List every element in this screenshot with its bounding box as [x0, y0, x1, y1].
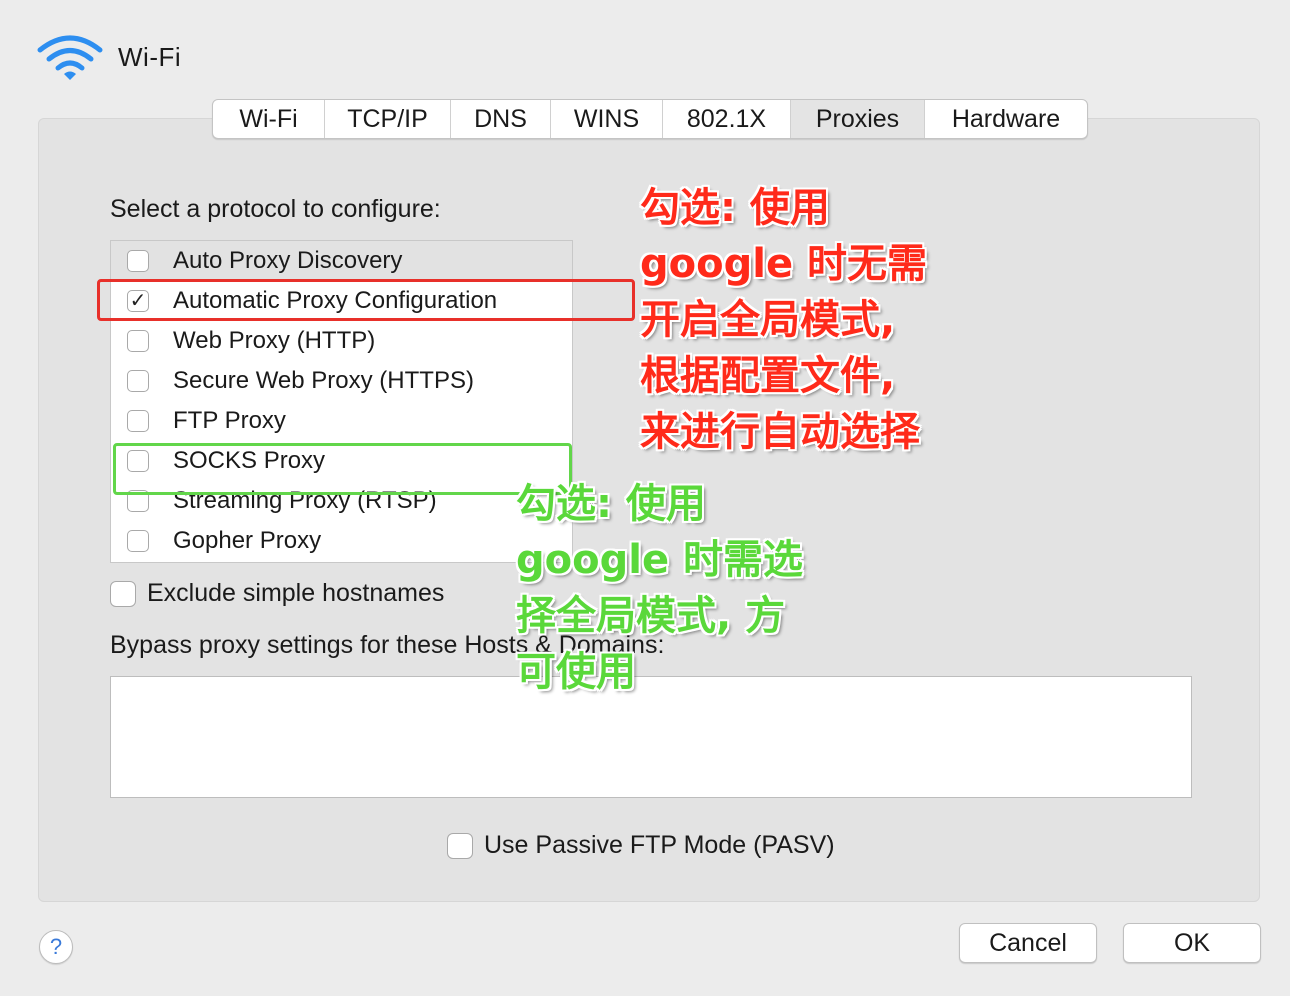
exclude-simple-hostnames-checkbox[interactable]	[110, 580, 136, 607]
window-title: Wi-Fi	[118, 42, 182, 72]
protocol-label: Auto Proxy Discovery	[173, 247, 403, 274]
checkbox[interactable]	[127, 330, 149, 352]
tab-wins[interactable]: WINS	[551, 100, 663, 138]
tab-bar: Wi-Fi TCP/IP DNS WINS 802.1X Proxies Har…	[212, 99, 1088, 139]
protocol-item-ftp-proxy[interactable]: FTP Proxy	[111, 401, 572, 441]
protocol-label: Streaming Proxy (RTSP)	[173, 487, 437, 514]
checkbox[interactable]	[127, 370, 149, 392]
checkbox[interactable]	[127, 250, 149, 272]
tab-wifi[interactable]: Wi-Fi	[213, 100, 325, 138]
checkbox[interactable]	[127, 450, 149, 472]
protocol-item-socks-proxy[interactable]: SOCKS Proxy	[111, 441, 572, 481]
red-annotation-text: 勾选: 使用 google 时无需 开启全局模式, 根据配置文件, 来进行自动选…	[640, 185, 927, 455]
cancel-button[interactable]: Cancel	[959, 923, 1097, 963]
protocol-label: FTP Proxy	[173, 407, 286, 434]
help-button[interactable]: ?	[39, 930, 73, 964]
exclude-simple-hostnames-label: Exclude simple hostnames	[147, 579, 445, 607]
protocol-item-gopher-proxy[interactable]: Gopher Proxy	[111, 521, 572, 561]
ok-button[interactable]: OK	[1123, 923, 1261, 963]
tab-proxies[interactable]: Proxies	[791, 100, 925, 138]
checkmark-icon: ✓	[129, 290, 147, 312]
checkbox[interactable]	[127, 490, 149, 512]
tab-8021x[interactable]: 802.1X	[663, 100, 791, 138]
protocol-section-label: Select a protocol to configure:	[110, 195, 441, 223]
protocol-item-streaming-proxy-rtsp[interactable]: Streaming Proxy (RTSP)	[111, 481, 572, 521]
checkbox[interactable]	[127, 530, 149, 552]
protocol-item-auto-proxy-discovery[interactable]: Auto Proxy Discovery	[111, 241, 572, 281]
protocol-item-automatic-proxy-configuration[interactable]: ✓ Automatic Proxy Configuration	[111, 281, 572, 321]
protocol-label: SOCKS Proxy	[173, 447, 326, 474]
tab-dns[interactable]: DNS	[451, 100, 551, 138]
protocol-list[interactable]: Auto Proxy Discovery ✓ Automatic Proxy C…	[110, 240, 573, 563]
passive-ftp-option[interactable]: Use Passive FTP Mode (PASV)	[447, 831, 835, 860]
protocol-label: Web Proxy (HTTP)	[173, 327, 376, 354]
wifi-icon	[37, 35, 103, 80]
passive-ftp-checkbox[interactable]	[447, 832, 473, 859]
passive-ftp-label: Use Passive FTP Mode (PASV)	[484, 831, 835, 859]
green-annotation-text: 勾选: 使用 google 时需选 择全局模式, 方 可使用	[516, 481, 803, 695]
protocol-label: Gopher Proxy	[173, 527, 322, 554]
tab-hardware[interactable]: Hardware	[925, 100, 1087, 138]
protocol-label: Secure Web Proxy (HTTPS)	[173, 367, 474, 394]
exclude-simple-hostnames-option[interactable]: Exclude simple hostnames	[110, 579, 444, 608]
checkbox-checked[interactable]: ✓	[127, 290, 149, 312]
protocol-item-secure-web-proxy-https[interactable]: Secure Web Proxy (HTTPS)	[111, 361, 572, 401]
protocol-item-web-proxy-http[interactable]: Web Proxy (HTTP)	[111, 321, 572, 361]
protocol-label: Automatic Proxy Configuration	[173, 287, 498, 314]
checkbox[interactable]	[127, 410, 149, 432]
tab-tcpip[interactable]: TCP/IP	[325, 100, 451, 138]
